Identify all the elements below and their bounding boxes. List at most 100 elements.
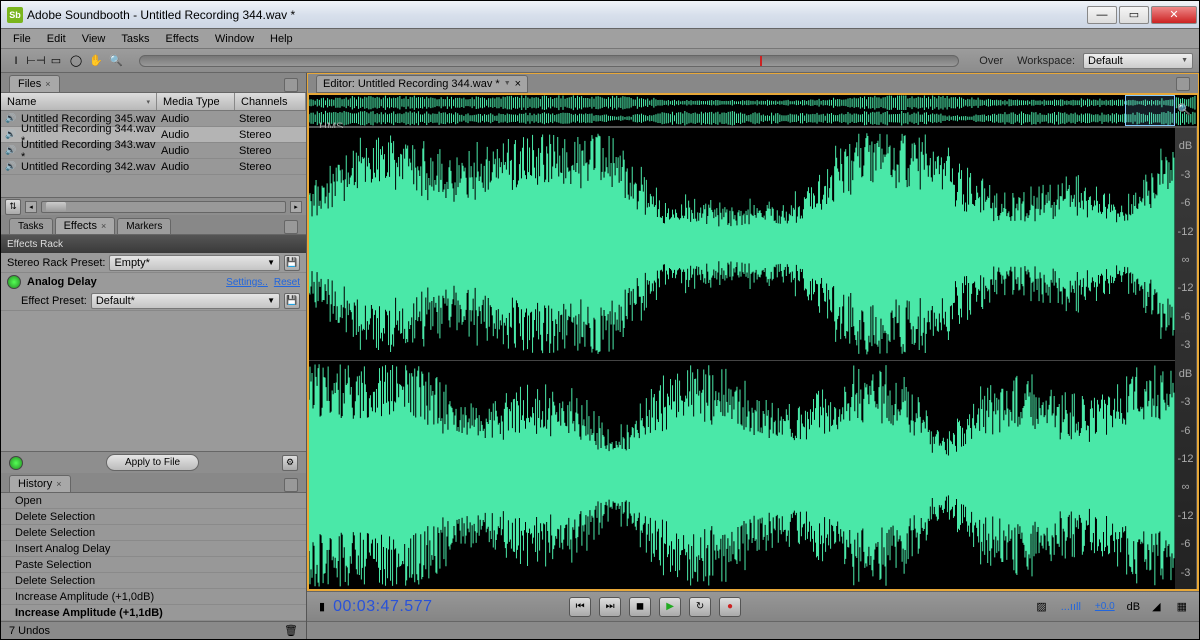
save-preset-button[interactable]: 💾 — [284, 255, 300, 271]
history-item[interactable]: Open — [1, 493, 306, 509]
tool-hand[interactable]: ✋ — [87, 52, 105, 70]
spectral-icon[interactable]: ◢ — [1152, 600, 1160, 613]
save-effect-preset-button[interactable]: 💾 — [284, 293, 300, 309]
speaker-icon: 🔊 — [5, 145, 17, 157]
tab-tasks[interactable]: Tasks — [9, 218, 53, 234]
loop-button[interactable]: ↻ — [689, 597, 711, 617]
zoom-value[interactable]: +0.0 — [1095, 601, 1115, 612]
col-media-type[interactable]: Media Type — [157, 93, 235, 110]
panel-menu-button[interactable] — [284, 78, 298, 92]
workspace-select[interactable]: Default▼ — [1083, 53, 1193, 69]
timecode[interactable]: 00:03:47.577 — [333, 598, 453, 616]
history-item[interactable]: Delete Selection — [1, 573, 306, 589]
db-mark: -12 — [1178, 510, 1194, 522]
db-mark: -6 — [1181, 425, 1191, 437]
editor-area: 🔍 HMS 3:17.53:18.03:18.53:19.03:19.53:20… — [307, 93, 1199, 591]
effect-preset-label: Effect Preset: — [7, 295, 87, 307]
file-row[interactable]: 🔊Untitled Recording 342.wavAudioStereo — [1, 159, 306, 175]
zoom-icon[interactable]: 🔍 — [1177, 103, 1193, 119]
col-channels[interactable]: Channels — [235, 93, 306, 110]
menu-effects[interactable]: Effects — [157, 31, 206, 47]
tool-time-select[interactable]: I — [7, 52, 25, 70]
titlebar: Sb Adobe Soundbooth - Untitled Recording… — [1, 1, 1199, 29]
menu-help[interactable]: Help — [262, 31, 301, 47]
history-item[interactable]: Increase Amplitude (+1,1dB) — [1, 605, 306, 621]
left-panel: Files× Name▾ Media Type Channels 🔊Untitl… — [1, 73, 307, 639]
history-item[interactable]: Paste Selection — [1, 557, 306, 573]
panel-menu-button[interactable] — [1176, 77, 1190, 91]
record-button[interactable]: ● — [719, 597, 741, 617]
trash-icon[interactable]: 🗑 — [284, 624, 298, 637]
tab-files[interactable]: Files× — [9, 75, 60, 92]
meter-icon: ...ııll — [1061, 601, 1081, 613]
rack-preset-label: Stereo Rack Preset: — [7, 257, 105, 269]
effect-preset-select[interactable]: Default*▼ — [91, 293, 280, 309]
apply-to-file-button[interactable]: Apply to File — [106, 454, 199, 471]
tab-editor[interactable]: Editor: Untitled Recording 344.wav *▼× — [316, 75, 528, 93]
tool-freq-select[interactable]: ⊢⊣ — [27, 52, 45, 70]
filter-button[interactable]: ⇅ — [5, 199, 21, 215]
close-icon[interactable]: × — [56, 479, 61, 489]
level-icon[interactable]: ▮ — [319, 600, 325, 613]
zoom-out-icon[interactable]: ▨ — [1036, 600, 1046, 613]
history-item[interactable]: Insert Analog Delay — [1, 541, 306, 557]
scroll-right-button[interactable]: ▸ — [290, 201, 302, 213]
effect-power-button[interactable] — [7, 275, 21, 289]
editor-panel: Editor: Untitled Recording 344.wav *▼× 🔍… — [307, 73, 1199, 639]
db-mark: dB — [1179, 140, 1192, 152]
tab-markers[interactable]: Markers — [117, 218, 171, 234]
scroll-left-button[interactable]: ◂ — [25, 201, 37, 213]
menu-view[interactable]: View — [74, 31, 114, 47]
col-name[interactable]: Name▾ — [1, 93, 157, 110]
maximize-button[interactable]: ▭ — [1119, 6, 1149, 24]
prev-button[interactable]: ⏮ — [569, 597, 591, 617]
stop-button[interactable]: ◼ — [629, 597, 651, 617]
close-icon[interactable]: × — [101, 221, 106, 231]
rack-power-button[interactable] — [9, 456, 23, 470]
history-tabrow: History× — [1, 473, 306, 493]
panel-menu-button[interactable] — [284, 478, 298, 492]
minimize-button[interactable]: — — [1087, 6, 1117, 24]
transport-bar: ▮ 00:03:47.577 ⏮ ⏭ ◼ ▶ ↻ ● ▨ ...ııll +0.… — [307, 591, 1199, 621]
history-item[interactable]: Delete Selection — [1, 525, 306, 541]
tab-effects[interactable]: Effects× — [55, 217, 116, 234]
tab-history[interactable]: History× — [9, 475, 71, 492]
menu-file[interactable]: File — [5, 31, 39, 47]
effect-reset-link[interactable]: Reset — [274, 277, 300, 288]
db-mark: -3 — [1181, 396, 1191, 408]
files-hscroll[interactable] — [41, 201, 286, 213]
toolbar: I ⊢⊣ ▭ ◯ ✋ 🔍 Over Workspace: Default▼ — [1, 49, 1199, 73]
effects-options-button[interactable]: ⚙ — [282, 455, 298, 471]
timeline-slider[interactable] — [139, 55, 959, 67]
waveform-display[interactable] — [309, 128, 1175, 591]
window-title: Adobe Soundbooth - Untitled Recording 34… — [27, 8, 1085, 22]
file-row[interactable]: 🔊Untitled Recording 343.wav *AudioStereo — [1, 143, 306, 159]
db-mark: -6 — [1181, 538, 1191, 550]
rack-preset-select[interactable]: Empty*▼ — [109, 255, 280, 271]
menu-tasks[interactable]: Tasks — [113, 31, 157, 47]
play-button[interactable]: ▶ — [659, 597, 681, 617]
sort-icon: ▾ — [146, 98, 150, 106]
menu-edit[interactable]: Edit — [39, 31, 74, 47]
tool-lasso[interactable]: ◯ — [67, 52, 85, 70]
close-icon[interactable]: × — [45, 79, 50, 89]
tool-zoom[interactable]: 🔍 — [107, 52, 125, 70]
view-icon[interactable]: ▦ — [1177, 600, 1187, 613]
speaker-icon: 🔊 — [5, 161, 17, 173]
close-button[interactable]: ✕ — [1151, 6, 1197, 24]
effect-settings-link[interactable]: Settings.. — [226, 277, 268, 288]
panel-menu-button[interactable] — [284, 220, 298, 234]
history-item[interactable]: Delete Selection — [1, 509, 306, 525]
overview-selection[interactable] — [1125, 95, 1175, 126]
workspace-label: Workspace: — [1017, 55, 1075, 67]
close-icon[interactable]: × — [515, 78, 521, 90]
history-item[interactable]: Increase Amplitude (+1,0dB) — [1, 589, 306, 605]
db-mark: -12 — [1178, 226, 1194, 238]
app-icon: Sb — [7, 7, 23, 23]
menu-window[interactable]: Window — [207, 31, 262, 47]
tool-marquee[interactable]: ▭ — [47, 52, 65, 70]
waveform-overview[interactable]: 🔍 — [309, 95, 1197, 127]
next-button[interactable]: ⏭ — [599, 597, 621, 617]
undo-count: 7 Undos — [9, 625, 50, 637]
files-tabrow: Files× — [1, 73, 306, 93]
